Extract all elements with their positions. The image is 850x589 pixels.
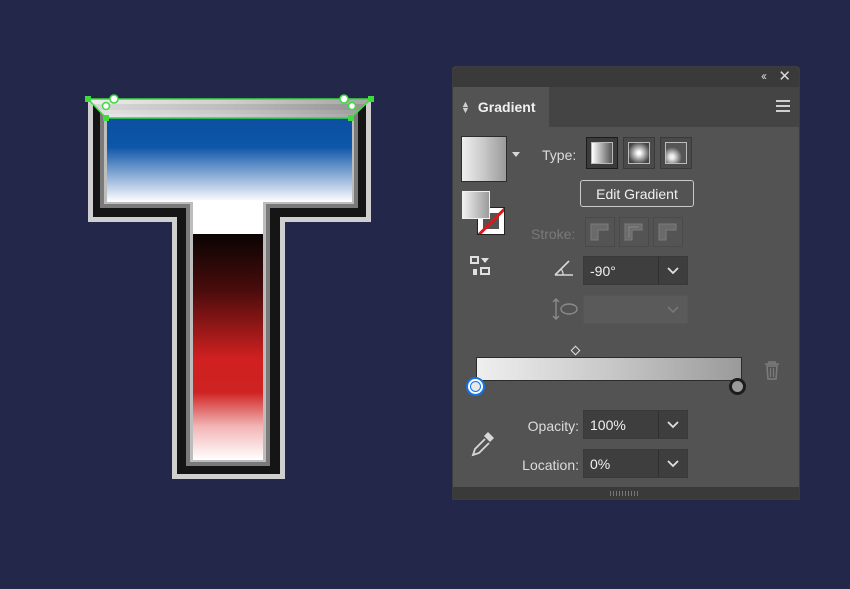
corner-widget[interactable] <box>347 101 357 111</box>
aspect-ratio-icon <box>552 298 578 320</box>
eyedropper-icon[interactable] <box>470 430 496 458</box>
opacity-field[interactable]: 100% <box>583 410 688 439</box>
opacity-value[interactable]: 100% <box>590 417 626 433</box>
angle-dropdown-button[interactable] <box>658 257 687 284</box>
chevron-down-icon <box>667 266 679 274</box>
chevron-down-icon <box>667 305 679 313</box>
tab-gradient[interactable]: ▲ ▼ Gradient <box>453 87 549 127</box>
stroke-across-icon <box>658 223 677 241</box>
corner-widget[interactable] <box>109 94 119 104</box>
angle-icon <box>554 260 573 276</box>
letter-t-neck-white <box>193 200 263 235</box>
location-label: Location: <box>522 457 579 473</box>
stroke-within-button[interactable] <box>585 217 615 247</box>
stroke-within-icon <box>590 223 609 241</box>
location-value[interactable]: 0% <box>590 456 610 472</box>
anchor-point[interactable] <box>85 96 91 102</box>
gradient-swatch[interactable] <box>461 136 507 182</box>
swap-fill-stroke-icon[interactable] <box>469 255 493 277</box>
freeform-gradient-button[interactable] <box>660 137 692 169</box>
chevron-down-icon <box>667 459 679 467</box>
selected-top-bevel[interactable] <box>88 99 371 118</box>
chevron-down-icon <box>667 420 679 428</box>
anchor-point[interactable] <box>348 115 354 121</box>
anchor-point[interactable] <box>103 115 109 121</box>
opacity-label: Opacity: <box>527 418 579 434</box>
stroke-along-button[interactable] <box>619 217 649 247</box>
tab-gradient-label: Gradient <box>477 99 536 115</box>
radial-gradient-icon <box>628 142 650 164</box>
radial-gradient-button[interactable] <box>623 137 655 169</box>
angle-field[interactable]: -90° <box>583 256 688 285</box>
gradient-panel: ‹‹ ✕ ▲ ▼ Gradient Type: Edit Gradient Str… <box>452 66 800 500</box>
corner-widget[interactable] <box>101 101 111 111</box>
panel-titlebar[interactable]: ‹‹ ✕ <box>453 67 799 87</box>
collapse-panel-icon[interactable]: ‹‹ <box>761 69 767 83</box>
updown-arrows-icon[interactable]: ▲ ▼ <box>461 100 470 115</box>
panel-menu-icon[interactable] <box>776 100 790 112</box>
type-label: Type: <box>542 147 577 163</box>
edit-gradient-button[interactable]: Edit Gradient <box>580 180 694 207</box>
angle-value[interactable]: -90° <box>590 263 616 279</box>
gradient-midpoint-diamond[interactable] <box>570 345 581 356</box>
letter-t-top-gradient <box>107 117 352 202</box>
trash-icon[interactable] <box>764 360 780 380</box>
resize-grip-icon[interactable] <box>610 491 640 496</box>
location-dropdown-button[interactable] <box>658 450 687 477</box>
stroke-across-button[interactable] <box>653 217 683 247</box>
letter-t-stem-gradient <box>193 234 263 460</box>
gradient-stop-right[interactable] <box>729 378 746 395</box>
close-icon[interactable]: ✕ <box>778 67 791 85</box>
location-field[interactable]: 0% <box>583 449 688 478</box>
linear-gradient-icon <box>591 142 613 164</box>
anchor-point[interactable] <box>368 96 374 102</box>
opacity-dropdown-button[interactable] <box>658 411 687 438</box>
panel-tabbar: ▲ ▼ Gradient <box>453 87 799 127</box>
stroke-along-icon <box>624 223 643 241</box>
canvas-artwork[interactable] <box>0 0 450 589</box>
aspect-ratio-dropdown <box>659 296 687 323</box>
stroke-label: Stroke: <box>531 226 576 242</box>
linear-gradient-button[interactable] <box>586 137 618 169</box>
freeform-gradient-icon <box>665 142 687 164</box>
chevron-down-icon[interactable] <box>512 152 520 157</box>
aspect-ratio-field <box>583 295 688 324</box>
fill-swatch[interactable] <box>462 191 490 219</box>
gradient-slider[interactable] <box>476 357 742 381</box>
panel-footer <box>453 487 799 499</box>
gradient-stop-left[interactable] <box>466 377 485 396</box>
corner-widget[interactable] <box>339 94 349 104</box>
